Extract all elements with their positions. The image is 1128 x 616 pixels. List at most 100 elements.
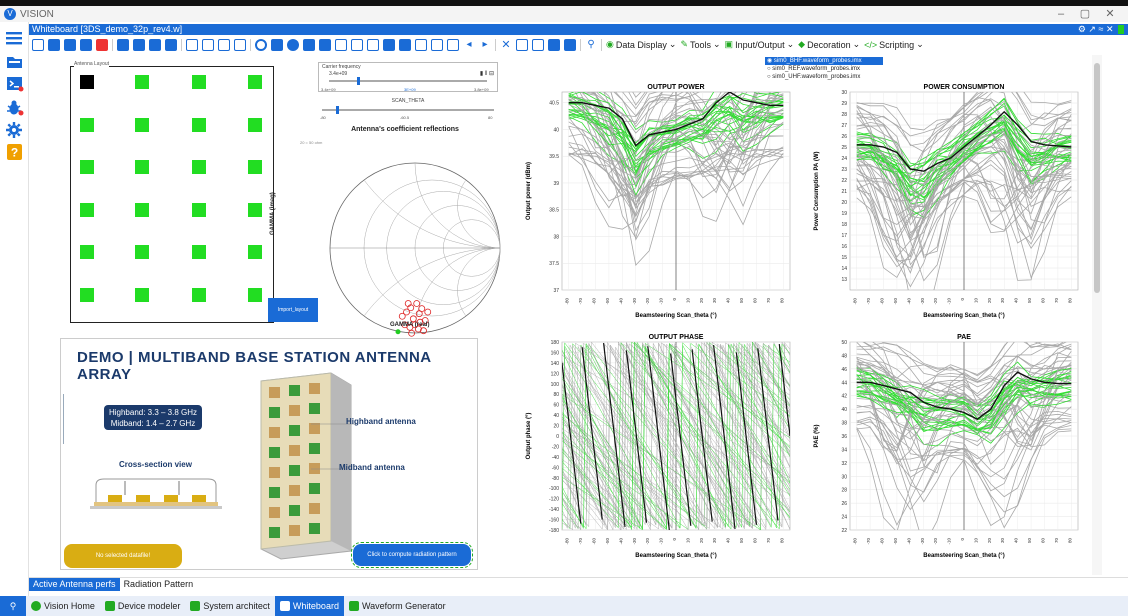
- antenna-element[interactable]: [248, 203, 262, 217]
- collapse-icon[interactable]: ≈: [1098, 24, 1103, 34]
- layer-icon[interactable]: [319, 38, 331, 51]
- minimize-button[interactable]: –: [1048, 6, 1074, 22]
- refresh-icon[interactable]: [255, 38, 267, 51]
- export-pdf-icon[interactable]: [133, 38, 145, 51]
- antenna-element[interactable]: [135, 203, 149, 217]
- antenna-element[interactable]: [80, 160, 94, 174]
- antenna-element[interactable]: [135, 118, 149, 132]
- bug-icon[interactable]: [6, 100, 24, 116]
- document-icon[interactable]: [186, 38, 198, 51]
- delete-icon[interactable]: ✕: [500, 39, 512, 51]
- antenna-element[interactable]: [248, 160, 262, 174]
- arrow-right-icon[interactable]: ▸: [479, 39, 491, 51]
- new-file-icon[interactable]: [32, 38, 44, 51]
- chart-2[interactable]: POWER CONSUMPTION 13 14 15 16 17 18 19 20 21 22 23 2…: [808, 80, 1086, 320]
- antenna-element[interactable]: [80, 203, 94, 217]
- antenna-element[interactable]: [135, 160, 149, 174]
- antenna-element[interactable]: [248, 75, 262, 89]
- antenna-element[interactable]: [192, 245, 206, 259]
- carrier-frequency-widget[interactable]: Carrier frequency 3.4e+09 3.4e+09 3E+09 …: [318, 62, 498, 92]
- antenna-element[interactable]: [135, 288, 149, 302]
- antenna-element[interactable]: [80, 118, 94, 132]
- antenna-element[interactable]: [135, 75, 149, 89]
- antenna-element[interactable]: [135, 245, 149, 259]
- chart-1[interactable]: OUTPUT POWER 37 37.5 38 38.5 39 39.5 40 40.5 -80 -…: [520, 80, 798, 320]
- pin-icon[interactable]: ⚲: [0, 596, 26, 616]
- image-icon[interactable]: [165, 38, 177, 51]
- pin-icon[interactable]: ⚲: [585, 39, 597, 51]
- arrow-left-icon[interactable]: ◂: [463, 39, 475, 51]
- camera-icon[interactable]: [149, 38, 161, 51]
- slider-mode-icons[interactable]: ▮ ‖ ⊟: [480, 70, 494, 77]
- antenna-element[interactable]: [80, 245, 94, 259]
- menu-decoration[interactable]: ◆ Decoration ⌄: [798, 39, 860, 50]
- align-icon[interactable]: [564, 38, 576, 51]
- pin-icon[interactable]: ↗: [1088, 24, 1096, 34]
- chart-3[interactable]: OUTPUT PHASE-180-160-140-120-100-80-60-4…: [520, 330, 798, 560]
- cut-icon[interactable]: [351, 38, 363, 51]
- tab-vision-home[interactable]: Vision Home: [26, 596, 100, 616]
- menu-tools[interactable]: ✎ Tools ⌄: [680, 39, 720, 50]
- save-as-icon[interactable]: [80, 38, 92, 51]
- open-folder-icon[interactable]: [48, 38, 60, 51]
- gear-icon[interactable]: [6, 122, 24, 138]
- tab-waveform-generator[interactable]: Waveform Generator: [344, 596, 451, 616]
- scrollbar-thumb[interactable]: [1094, 63, 1100, 293]
- window-icon[interactable]: [532, 38, 544, 51]
- radio-icon[interactable]: ◉: [767, 58, 774, 64]
- antenna-element[interactable]: [192, 288, 206, 302]
- whiteboard-header-controls[interactable]: ⚙ ↗ ≈ ✕: [1078, 24, 1124, 35]
- carrier-frequency-thumb[interactable]: [357, 77, 360, 85]
- file-list[interactable]: ◉ sim0_BHF.waveform_probes.imx ○ sim0_REF…: [765, 57, 883, 82]
- tab-radiation-pattern[interactable]: Radiation Pattern: [120, 578, 198, 591]
- antenna-element[interactable]: [192, 160, 206, 174]
- tab-system-architect[interactable]: System architect: [185, 596, 275, 616]
- document-icon[interactable]: [218, 38, 230, 51]
- antenna-element[interactable]: [248, 288, 262, 302]
- menu-icon[interactable]: [6, 30, 24, 46]
- print-icon[interactable]: [117, 38, 129, 51]
- antenna-element[interactable]: [192, 118, 206, 132]
- file-list-item[interactable]: ○ sim0_REF.waveform_probes.imx: [765, 65, 883, 73]
- smith-chart[interactable]: [300, 133, 530, 338]
- document-icon[interactable]: [202, 38, 214, 51]
- canvas-vertical-scrollbar[interactable]: [1092, 55, 1102, 575]
- tab-whiteboard[interactable]: Whiteboard: [274, 596, 344, 616]
- help-icon[interactable]: ?: [6, 144, 24, 160]
- menu-input-output[interactable]: ▣ Input/Output ⌄: [725, 39, 795, 50]
- scan-theta-thumb[interactable]: [336, 106, 339, 114]
- window-icon[interactable]: [516, 38, 528, 51]
- calendar-icon[interactable]: [431, 38, 443, 51]
- terminal-icon[interactable]: [6, 76, 24, 92]
- close-icon[interactable]: ✕: [1106, 24, 1114, 34]
- maximize-button[interactable]: ▢: [1072, 6, 1098, 22]
- antenna-element[interactable]: [192, 203, 206, 217]
- menu-data-display[interactable]: ◉ Data Display ⌄: [606, 39, 676, 50]
- undo-icon[interactable]: [383, 38, 395, 51]
- lock-icon[interactable]: [303, 38, 315, 51]
- scan-theta-widget[interactable]: SCAN_THETA -80 -60.5 80: [318, 98, 498, 122]
- close-file-icon[interactable]: [96, 38, 108, 51]
- antenna-element[interactable]: [248, 245, 262, 259]
- calendar-icon[interactable]: [447, 38, 459, 51]
- redo-icon[interactable]: [399, 38, 411, 51]
- save-icon[interactable]: [64, 38, 76, 51]
- antenna-layout-panel[interactable]: Antenna Layout: [70, 61, 274, 323]
- folder-icon[interactable]: [6, 54, 24, 70]
- copy-icon[interactable]: [335, 38, 347, 51]
- file-list-item[interactable]: ◉ sim0_BHF.waveform_probes.imx: [765, 57, 883, 65]
- tab-active-antenna-perfs[interactable]: Active Antenna perfs: [29, 577, 120, 591]
- paste-icon[interactable]: [367, 38, 379, 51]
- document-icon[interactable]: [234, 38, 246, 51]
- no-datafile-button[interactable]: No selected datafile!: [64, 544, 182, 568]
- antenna-element[interactable]: [80, 288, 94, 302]
- tab-device-modeler[interactable]: Device modeler: [100, 596, 186, 616]
- chart-4[interactable]: PAE 22 24 26 28 30 32 34 36 38 40 42 44 46 48 50 -80 -70 -…: [808, 330, 1086, 560]
- antenna-element[interactable]: [192, 75, 206, 89]
- menu-scripting[interactable]: </> Scripting ⌄: [864, 39, 924, 50]
- calendar-icon[interactable]: [415, 38, 427, 51]
- antenna-element[interactable]: [248, 118, 262, 132]
- close-window-button[interactable]: ✕: [1097, 6, 1123, 22]
- grid-icon[interactable]: [271, 38, 283, 51]
- antenna-element[interactable]: [80, 75, 94, 89]
